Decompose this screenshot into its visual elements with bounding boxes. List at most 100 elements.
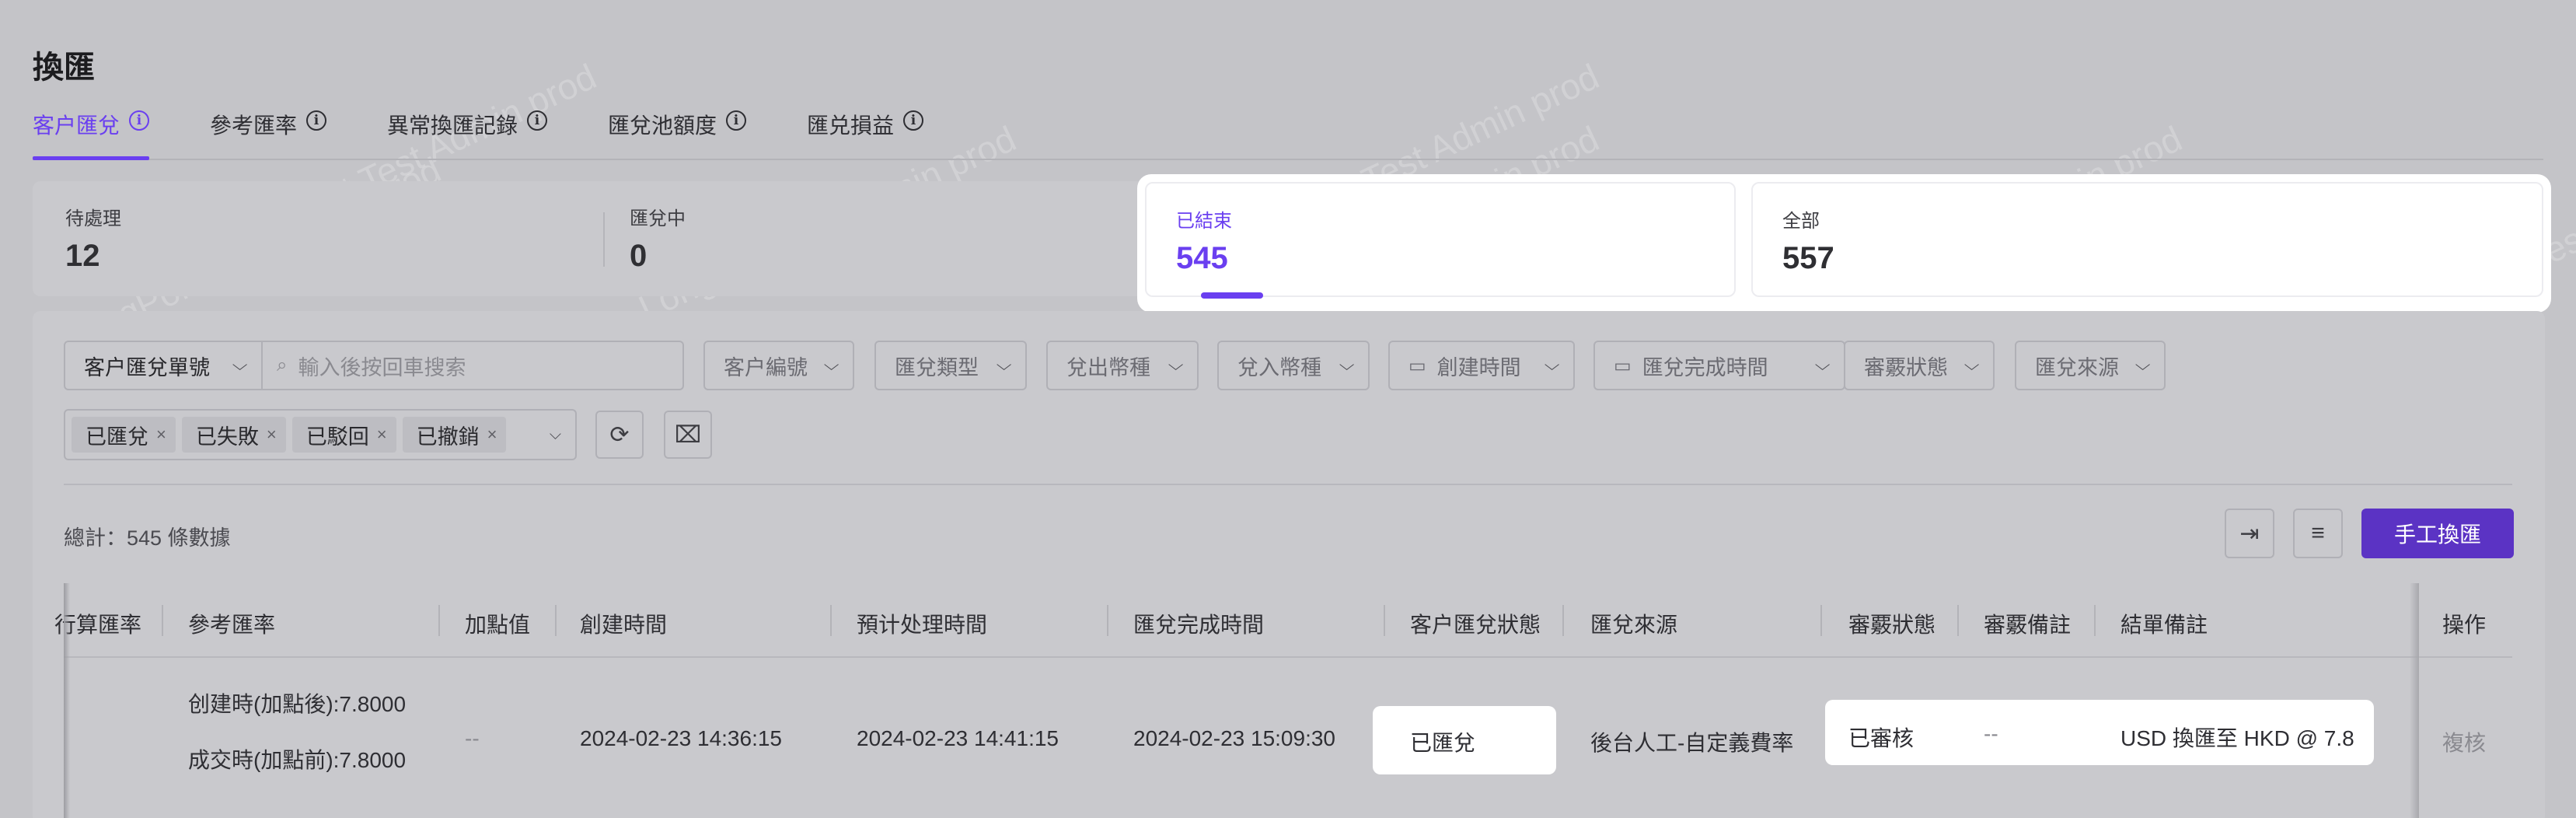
column-header: 匯兌來源	[1590, 613, 1678, 637]
ref-rate-deal: 成交時(加點前):7.8000	[188, 748, 407, 772]
status-tag: 已失敗 ×	[181, 417, 286, 453]
column-divider	[438, 605, 440, 636]
tab-label: 異常換匯記錄	[387, 114, 518, 138]
close-icon[interactable]: ×	[377, 425, 387, 445]
total-count: 總計：545 條數據	[64, 526, 231, 550]
filter-label: 匯兌來源	[2035, 355, 2119, 379]
close-icon[interactable]: ×	[487, 425, 497, 445]
filter-label: 客户編號	[724, 355, 808, 379]
column-header: 結單備註	[2120, 613, 2208, 637]
markup-value: --	[465, 726, 480, 750]
calendar-icon: ▭	[1614, 355, 1632, 376]
settings-icon: ≡	[2311, 520, 2325, 546]
filter-label: 創建時間	[1436, 355, 1521, 379]
expected-time: 2024-02-23 14:41:15	[857, 726, 1059, 750]
tab-label: 匯兌池額度	[608, 114, 717, 138]
export-button[interactable]: ⇥	[2225, 509, 2274, 558]
review-link[interactable]: 複核	[2442, 726, 2486, 757]
review-status-filter[interactable]: 審覈狀態 ⌵	[1844, 341, 1995, 390]
filter-label: 兌入幣種	[1237, 355, 1321, 379]
search-input[interactable]: ⌕ 輸入後按回車搜索	[261, 341, 684, 390]
calendar-icon: ▭	[1408, 355, 1426, 376]
completed-time: 2024-02-23 15:09:30	[1133, 726, 1335, 750]
info-icon[interactable]: i	[903, 110, 924, 131]
info-icon[interactable]: i	[726, 110, 747, 131]
chevron-down-icon: ⌵	[996, 356, 1012, 374]
stat-value: 545	[1176, 241, 1228, 275]
tab-customer-exchange[interactable]: 客户匯兌 i	[33, 109, 150, 160]
column-settings-button[interactable]: ≡	[2293, 509, 2343, 558]
tag-label: 已駁回	[305, 425, 369, 449]
search-type-select[interactable]: 客户匯兌單號 ⌵	[64, 341, 263, 390]
stat-value: 12	[65, 239, 100, 273]
completed-time-filter[interactable]: ▭ 匯兌完成時間 ⌵	[1593, 341, 1845, 390]
info-icon[interactable]: i	[129, 110, 150, 131]
exchange-source: 後台人工-自定義費率	[1590, 731, 1794, 755]
export-icon: ⇥	[2239, 520, 2260, 547]
refresh-icon: ⟳	[609, 421, 630, 448]
column-header: 創建時間	[580, 613, 668, 637]
status-cell: 已匯兌	[1373, 706, 1556, 774]
review-notes-cell: 已審核 -- USD 換匯至 HKD @ 7.8	[1825, 700, 2374, 765]
filter-label: 兌出幣種	[1066, 355, 1150, 379]
in-currency-filter[interactable]: 兌入幣種 ⌵	[1217, 341, 1370, 390]
out-currency-filter[interactable]: 兌出幣種 ⌵	[1046, 341, 1199, 390]
chevron-down-icon: ⌵	[823, 356, 839, 374]
status-tag: 已撤銷 ×	[402, 417, 507, 453]
tag-label: 已匯兌	[86, 425, 148, 449]
info-icon[interactable]: i	[306, 110, 327, 131]
select-value: 客户匯兌單號	[84, 355, 210, 379]
tab-label: 匯兑損益	[807, 114, 895, 138]
stat-label: 全部	[1782, 211, 1820, 232]
tab-exchange-pnl[interactable]: 匯兑損益 i	[807, 109, 924, 159]
created-time-filter[interactable]: ▭ 創建時間 ⌵	[1388, 341, 1575, 390]
manual-exchange-button[interactable]: 手工換匯	[2361, 509, 2514, 558]
stat-divider	[603, 212, 605, 267]
stat-all[interactable]: 全部 557	[1751, 182, 2543, 297]
review-note: --	[1984, 722, 1998, 746]
column-divider	[162, 605, 163, 636]
tab-reference-rate[interactable]: 參考匯率 i	[210, 109, 327, 159]
stat-finished[interactable]: 已結束 545	[1145, 182, 1736, 299]
column-divider	[1562, 605, 1564, 636]
column-header: 加點值	[465, 613, 531, 637]
chevron-down-icon: ⌵	[549, 425, 561, 443]
table-header: 行算匯率 參考匯率 加點值 創建時間 預计处理時間 匯兌完成時間 客户匯兌狀態 …	[54, 583, 2512, 658]
filter-label: 審覈狀態	[1864, 355, 1948, 379]
column-header: 匯兌完成時間	[1133, 613, 1265, 637]
column-header: 預计处理時間	[857, 613, 988, 637]
stat-value: 0	[630, 239, 647, 273]
column-divider	[1820, 605, 1822, 636]
status-multiselect[interactable]: 已匯兌 × 已失敗 × 已駁回 × 已撤銷 × ⌵	[64, 409, 577, 460]
active-indicator	[1201, 292, 1263, 299]
exchange-type-filter[interactable]: 匯兌類型 ⌵	[874, 341, 1027, 390]
clear-icon: ⌧	[674, 421, 702, 448]
info-icon[interactable]: i	[527, 110, 548, 131]
stat-label: 匯兌中	[630, 208, 686, 229]
tab-label: 參考匯率	[210, 114, 298, 138]
created-time: 2024-02-23 14:36:15	[580, 726, 782, 750]
filter-label: 匯兌完成時間	[1642, 355, 1768, 379]
customer-id-filter[interactable]: 客户編號 ⌵	[703, 341, 854, 390]
column-divider	[1107, 605, 1108, 636]
column-header: 操作	[2442, 613, 2487, 637]
close-note: USD 換匯至 HKD @ 7.8	[2120, 726, 2354, 750]
column-divider	[830, 605, 832, 636]
column-header: 審覈狀態	[1848, 613, 1936, 637]
chevron-down-icon: ⌵	[1814, 356, 1831, 374]
exchange-status: 已匯兌	[1410, 731, 1476, 755]
tag-label: 已撤銷	[416, 425, 480, 449]
chevron-down-icon: ⌵	[2134, 356, 2151, 374]
refresh-button[interactable]: ⟳	[595, 411, 644, 459]
page-title: 換匯	[33, 51, 95, 85]
clear-filters-button[interactable]: ⌧	[664, 411, 712, 459]
column-header: 客户匯兌狀態	[1410, 613, 1541, 637]
chevron-down-icon: ⌵	[1168, 356, 1184, 374]
column-divider	[2094, 605, 2096, 636]
close-icon[interactable]: ×	[156, 425, 166, 445]
chevron-down-icon: ⌵	[1339, 356, 1355, 374]
tab-exchange-pool-quota[interactable]: 匯兌池額度 i	[608, 109, 747, 159]
close-icon[interactable]: ×	[267, 425, 277, 445]
source-filter[interactable]: 匯兌來源 ⌵	[2015, 341, 2166, 390]
tab-abnormal-exchange-records[interactable]: 異常換匯記錄 i	[387, 109, 548, 159]
